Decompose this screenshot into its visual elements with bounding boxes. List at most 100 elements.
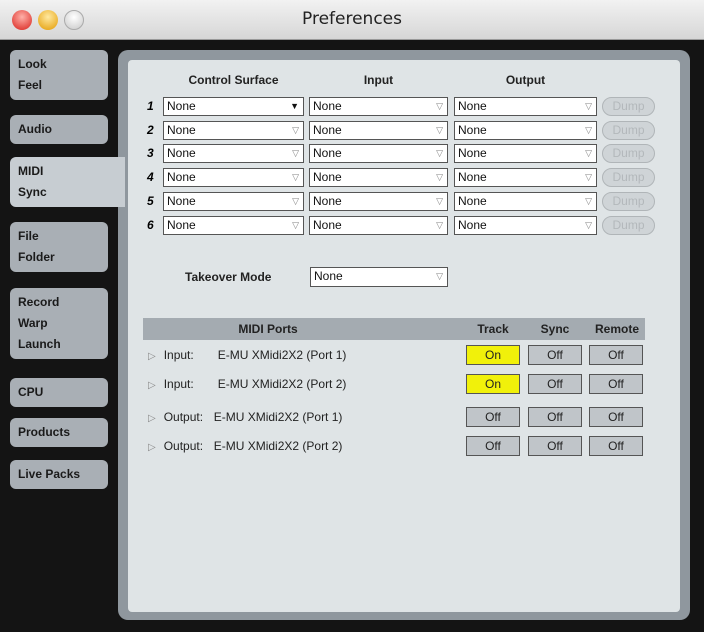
sidebar-tab-live-packs[interactable]: Live Packs	[10, 460, 108, 489]
chevron-down-icon: ▽	[292, 220, 299, 230]
port-device: E-MU XMidi2X2 (Port 2)	[217, 377, 347, 391]
dump-button[interactable]: Dump	[602, 216, 655, 235]
dropdown-value: None	[458, 123, 487, 137]
sidebar-tab-audio[interactable]: Audio	[10, 115, 108, 144]
port-type: Input:	[163, 377, 194, 391]
dump-button[interactable]: Dump	[602, 192, 655, 211]
takeover-mode-dropdown[interactable]: None ▽	[310, 267, 448, 287]
input-dropdown[interactable]: None ▽	[309, 121, 448, 140]
cs-dropdown[interactable]: None ▽	[163, 144, 304, 163]
dropdown-value: None	[167, 170, 196, 184]
expand-triangle-icon[interactable]: ▷	[148, 442, 156, 453]
tab-label: Feel	[18, 78, 43, 92]
sidebar-tab-cpu[interactable]: CPU	[10, 378, 108, 407]
sidebar-tab-file[interactable]: File Folder	[10, 222, 108, 272]
tab-label: Launch	[18, 337, 61, 351]
port-device: E-MU XMidi2X2 (Port 1)	[217, 348, 347, 362]
chevron-down-icon: ▽	[585, 101, 592, 111]
output-dropdown[interactable]: None ▽	[454, 168, 597, 187]
row-number: 5	[147, 194, 154, 208]
tab-label: Audio	[18, 122, 52, 136]
cs-dropdown[interactable]: None ▽	[163, 168, 304, 187]
remote-toggle[interactable]: Off	[589, 436, 643, 456]
track-toggle[interactable]: Off	[466, 436, 520, 456]
sync-toggle[interactable]: Off	[528, 374, 582, 394]
sync-toggle[interactable]: Off	[528, 345, 582, 365]
row-number: 6	[147, 218, 154, 232]
output-dropdown[interactable]: None ▽	[454, 97, 597, 116]
input-dropdown[interactable]: None ▽	[309, 168, 448, 187]
chevron-down-icon: ▽	[585, 148, 592, 158]
dump-button[interactable]: Dump	[602, 168, 655, 187]
dropdown-value: None	[167, 218, 196, 232]
tab-label: Look	[18, 57, 47, 71]
tab-label: Warp	[18, 316, 48, 330]
input-dropdown[interactable]: None ▽	[309, 216, 448, 235]
port-device: E-MU XMidi2X2 (Port 1)	[213, 410, 343, 424]
dropdown-value: None	[458, 194, 487, 208]
dropdown-value: None	[167, 99, 196, 113]
expand-triangle-icon[interactable]: ▷	[148, 351, 156, 362]
dump-button[interactable]: Dump	[602, 144, 655, 163]
dropdown-value: None	[458, 146, 487, 160]
chevron-down-icon: ▽	[436, 196, 443, 206]
chevron-down-icon: ▽	[585, 125, 592, 135]
dropdown-value: None	[313, 194, 342, 208]
cs-dropdown[interactable]: None ▼	[163, 97, 304, 116]
chevron-down-icon: ▽	[585, 220, 592, 230]
remote-toggle[interactable]: Off	[589, 407, 643, 427]
chevron-down-icon: ▽	[436, 172, 443, 182]
dropdown-value: None	[167, 194, 196, 208]
sidebar-tab-products[interactable]: Products	[10, 418, 108, 447]
title-bar: Preferences	[0, 0, 704, 40]
tab-label: Folder	[18, 250, 55, 264]
port-type: Input:	[163, 348, 194, 362]
row-number: 3	[147, 146, 154, 160]
dropdown-value: None	[313, 123, 342, 137]
input-dropdown[interactable]: None ▽	[309, 97, 448, 116]
sync-toggle[interactable]: Off	[528, 407, 582, 427]
cs-dropdown[interactable]: None ▽	[163, 121, 304, 140]
tab-label: Sync	[18, 185, 47, 199]
chevron-down-icon: ▽	[436, 148, 443, 158]
input-dropdown[interactable]: None ▽	[309, 192, 448, 211]
dropdown-value: None	[313, 170, 342, 184]
remote-toggle[interactable]: Off	[589, 345, 643, 365]
tab-label: Record	[18, 295, 60, 309]
tab-label: Products	[18, 425, 71, 439]
output-dropdown[interactable]: None ▽	[454, 216, 597, 235]
sync-toggle[interactable]: Off	[528, 436, 582, 456]
chevron-down-icon: ▽	[292, 148, 299, 158]
chevron-down-icon: ▽	[436, 101, 443, 111]
dropdown-value: None	[458, 170, 487, 184]
cs-dropdown[interactable]: None ▽	[163, 216, 304, 235]
chevron-down-icon: ▽	[436, 271, 443, 281]
track-toggle[interactable]: On	[466, 345, 520, 365]
dropdown-value: None	[458, 218, 487, 232]
port-type: Output:	[163, 439, 204, 453]
dropdown-value: None	[167, 146, 196, 160]
midi-port-row: ▷ Input: E-MU XMidi2X2 (Port 1)	[148, 348, 346, 362]
output-dropdown[interactable]: None ▽	[454, 144, 597, 163]
dropdown-value: None	[313, 146, 342, 160]
sidebar-tab-midi[interactable]: MIDI Sync	[10, 157, 125, 207]
sidebar-tab-look[interactable]: Look Feel	[10, 50, 108, 100]
output-dropdown[interactable]: None ▽	[454, 121, 597, 140]
row-number: 1	[147, 99, 154, 113]
remote-toggle[interactable]: Off	[589, 374, 643, 394]
expand-triangle-icon[interactable]: ▷	[148, 413, 156, 424]
row-number: 2	[147, 123, 154, 137]
port-type: Output:	[163, 410, 204, 424]
dump-button[interactable]: Dump	[602, 97, 655, 116]
expand-triangle-icon[interactable]: ▷	[148, 380, 156, 391]
dump-button[interactable]: Dump	[602, 121, 655, 140]
cs-dropdown[interactable]: None ▽	[163, 192, 304, 211]
input-dropdown[interactable]: None ▽	[309, 144, 448, 163]
column-header-output: Output	[505, 73, 546, 87]
sidebar-tab-record[interactable]: Record Warp Launch	[10, 288, 108, 359]
track-toggle[interactable]: On	[466, 374, 520, 394]
output-dropdown[interactable]: None ▽	[454, 192, 597, 211]
track-toggle[interactable]: Off	[466, 407, 520, 427]
dropdown-value: None	[313, 218, 342, 232]
chevron-down-icon: ▽	[436, 220, 443, 230]
